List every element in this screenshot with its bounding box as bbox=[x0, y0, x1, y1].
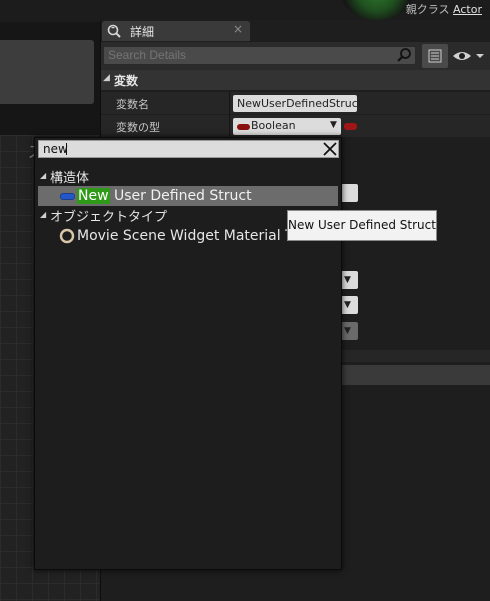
chevron-down-icon: ▼ bbox=[344, 326, 351, 336]
category-expand-arrow-icon[interactable]: ◢ bbox=[40, 171, 46, 180]
variable-name-label: 変数名 bbox=[116, 98, 149, 111]
boolean-pin-icon bbox=[237, 124, 250, 130]
category-object-types[interactable]: オブジェクトタイプ bbox=[50, 206, 167, 225]
type-item-label-rest: User Defined Struct bbox=[109, 188, 252, 204]
search-match-highlight: New bbox=[77, 188, 110, 204]
type-search-input[interactable] bbox=[38, 140, 339, 158]
chevron-down-icon: ▼ bbox=[330, 120, 337, 130]
view-options-button[interactable] bbox=[422, 44, 448, 68]
left-panel-box bbox=[0, 40, 94, 104]
variable-type-label: 変数の型 bbox=[116, 121, 160, 134]
chevron-down-icon: ▼ bbox=[344, 300, 351, 310]
details-magnifier-icon bbox=[107, 24, 121, 38]
parent-class-link[interactable]: Actor bbox=[453, 3, 482, 16]
type-item-label: Movie Scene Widget Material T bbox=[77, 228, 294, 244]
checkbox-field[interactable] bbox=[340, 184, 358, 202]
list-view-icon bbox=[428, 49, 442, 63]
category-structure[interactable]: 構造体 bbox=[50, 167, 89, 186]
object-ring-icon bbox=[59, 228, 75, 244]
details-search-input[interactable] bbox=[103, 46, 416, 65]
eye-visibility-icon[interactable] bbox=[452, 48, 484, 64]
type-search-value: new bbox=[43, 142, 68, 156]
parent-class-label: 親クラス bbox=[405, 3, 450, 16]
details-tab-title: 詳細 bbox=[130, 25, 155, 39]
variable-type-value: Boolean bbox=[251, 119, 296, 132]
type-tooltip: New User Defined Struct bbox=[287, 210, 437, 241]
section-header-variables[interactable] bbox=[101, 70, 490, 90]
search-icon[interactable] bbox=[396, 47, 412, 63]
type-item-label: New User Defined Struct bbox=[77, 187, 252, 205]
category-expand-arrow-icon[interactable]: ◢ bbox=[40, 210, 46, 219]
collapse-arrow-icon[interactable]: ◢ bbox=[103, 73, 110, 83]
text-cursor bbox=[66, 143, 67, 155]
section-title: 変数 bbox=[114, 74, 139, 88]
struct-pill-icon bbox=[60, 193, 75, 200]
chevron-down-icon: ▼ bbox=[344, 275, 351, 285]
variable-name-field[interactable]: NewUserDefinedStruct bbox=[233, 95, 362, 112]
clear-search-icon[interactable] bbox=[321, 140, 339, 158]
close-tab-icon[interactable]: × bbox=[233, 22, 243, 36]
parent-class-info: 親クラス Actor bbox=[406, 1, 482, 17]
container-type-icon[interactable] bbox=[344, 123, 357, 130]
tab-details[interactable] bbox=[102, 21, 250, 41]
